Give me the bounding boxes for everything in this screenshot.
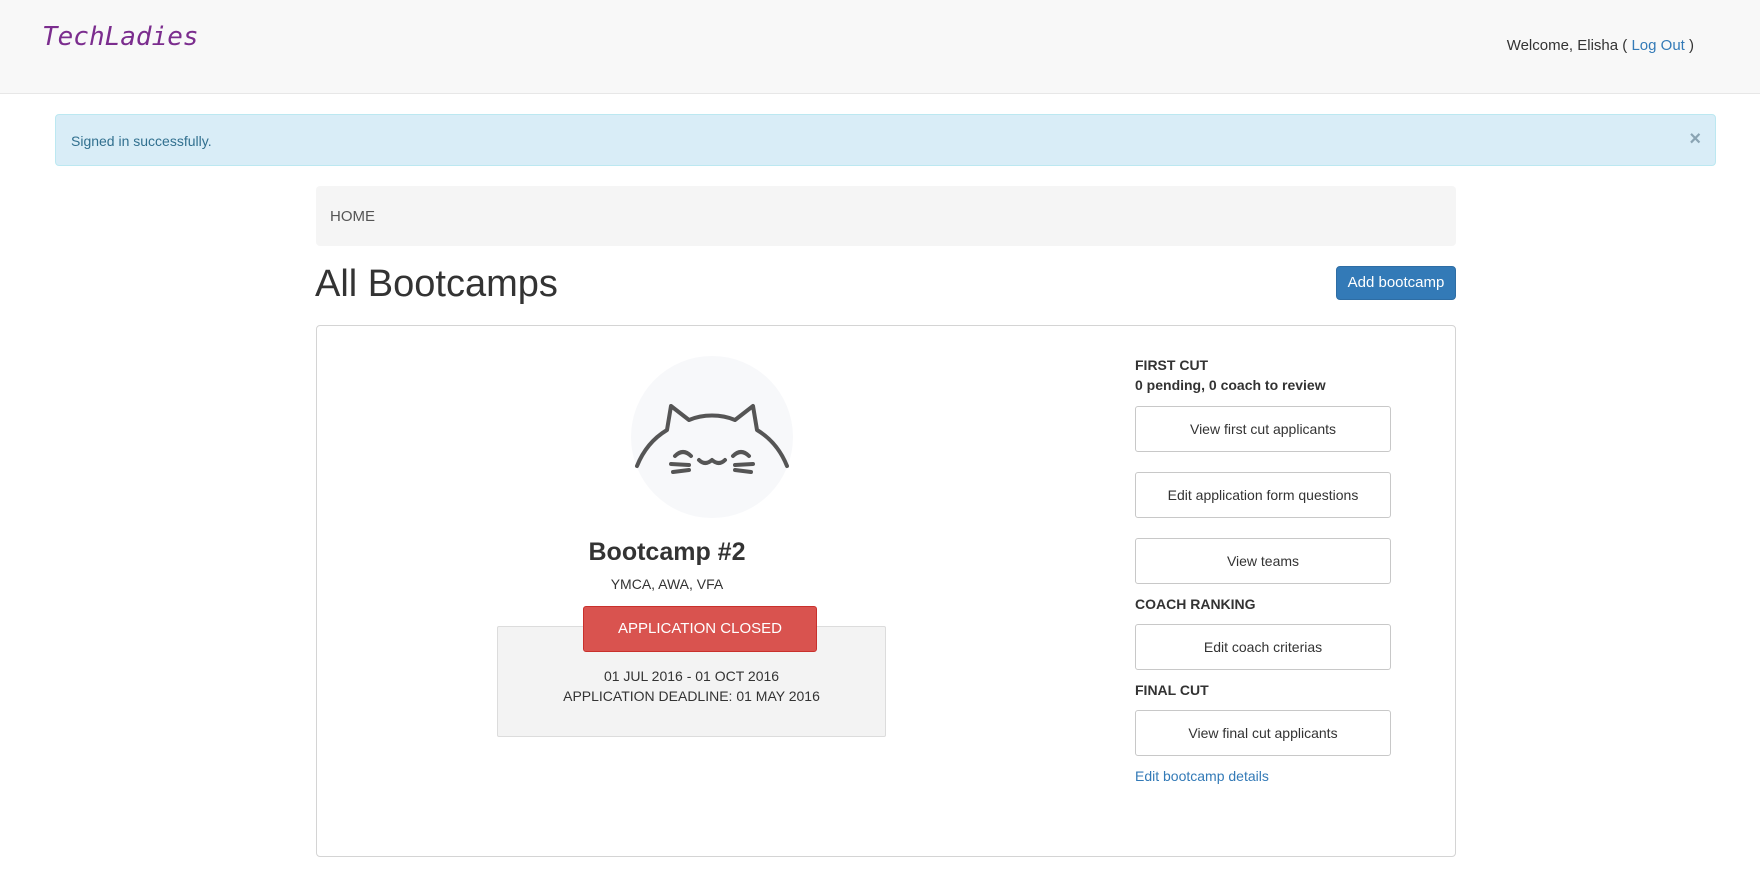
breadcrumb: HOME [316,186,1456,246]
first-cut-summary: 0 pending, 0 coach to review [1135,377,1326,393]
cat-face-icon [635,404,789,474]
date-range: 01 JUL 2016 - 01 OCT 2016 [603,668,780,684]
bootcamp-avatar [631,356,793,518]
edit-bootcamp-details-link[interactable]: Edit bootcamp details [1135,768,1269,784]
view-final-cut-button[interactable]: View final cut applicants [1135,710,1391,756]
brand-logo[interactable]: TechLadies [42,22,199,52]
edit-coach-criterias-button[interactable]: Edit coach criterias [1135,624,1391,670]
bootcamp-card: Bootcamp #2 YMCA, AWA, VFA APPLICATION C… [316,325,1456,857]
status-badge: APPLICATION CLOSED [583,606,817,652]
final-cut-label: FINAL CUT [1135,682,1209,698]
view-first-cut-button[interactable]: View first cut applicants [1135,406,1391,452]
view-teams-button[interactable]: View teams [1135,538,1391,584]
close-icon[interactable]: × [1689,129,1701,149]
first-cut-label: FIRST CUT [1135,357,1209,373]
add-bootcamp-button[interactable]: Add bootcamp [1336,266,1456,300]
page-title: All Bootcamps [315,263,558,305]
breadcrumb-home[interactable]: HOME [330,208,375,225]
welcome-area: Welcome, Elisha ( Log Out ) [1507,37,1694,54]
bootcamp-organizations: YMCA, AWA, VFA [610,576,724,592]
top-navbar: TechLadies Welcome, Elisha ( Log Out ) [0,0,1760,94]
alert-message: Signed in successfully. [71,133,212,149]
welcome-suffix: ) [1689,37,1694,54]
application-deadline: APPLICATION DEADLINE: 01 MAY 2016 [563,688,820,704]
logout-link[interactable]: Log Out [1631,37,1684,54]
success-alert: Signed in successfully. × [55,114,1716,166]
welcome-text: Welcome, Elisha ( [1506,37,1628,54]
coach-ranking-label: COACH RANKING [1135,596,1256,612]
bootcamp-name: Bootcamp #2 [588,538,746,566]
edit-form-questions-button[interactable]: Edit application form questions [1135,472,1391,518]
